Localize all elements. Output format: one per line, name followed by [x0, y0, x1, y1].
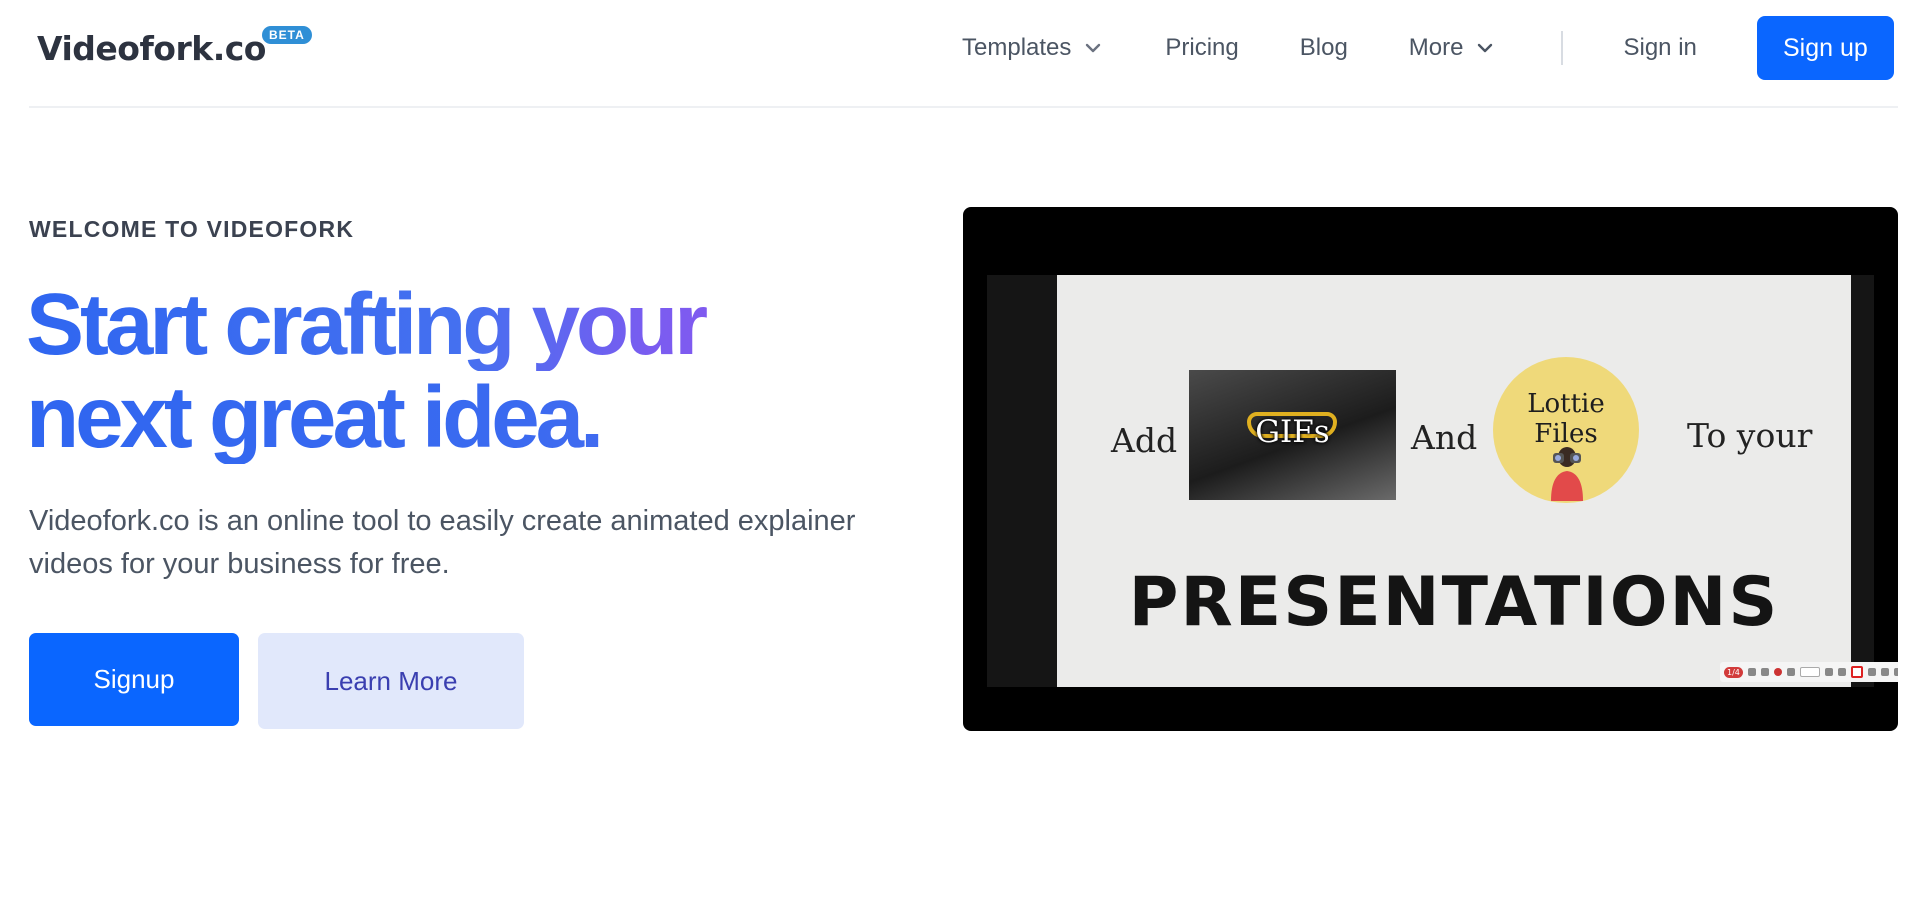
slide-headline: PRESENTATIONS — [1128, 563, 1780, 642]
nav-more[interactable]: More — [1409, 34, 1494, 62]
nav-templates-label: Templates — [962, 34, 1072, 61]
beta-badge: BETA — [261, 26, 312, 44]
slide-counter: 1/4 — [1724, 666, 1743, 678]
slide-word-and: And — [1411, 418, 1478, 457]
nav-templates[interactable]: Templates — [962, 34, 1101, 62]
prev-icon[interactable] — [1747, 668, 1756, 676]
nav-blog[interactable]: Blog — [1300, 34, 1348, 62]
slide-word-to-your: To your — [1687, 416, 1813, 455]
gif-image: GIFs — [1189, 370, 1396, 500]
nav-pricing[interactable]: Pricing — [1165, 34, 1238, 62]
main-nav: Templates Pricing Blog More Sign in Sign… — [933, 0, 1894, 96]
headline-line-2: next great idea. — [26, 371, 826, 464]
learn-more-button[interactable]: Learn More — [258, 633, 524, 729]
fullscreen-icon[interactable] — [1880, 668, 1889, 676]
stop-icon[interactable] — [1850, 666, 1863, 678]
undo-icon[interactable] — [1837, 668, 1846, 676]
chevron-down-icon — [1477, 43, 1493, 53]
player-controls: 1/4 — [1720, 662, 1898, 682]
nav-pricing-label: Pricing — [1165, 34, 1239, 61]
site-header: Videofork.co BETA Templates Pricing Blog… — [29, 0, 1898, 108]
settings-icon[interactable] — [1867, 668, 1876, 676]
chevron-down-icon — [1085, 43, 1101, 53]
headline-line-1: Start crafting your — [26, 278, 826, 371]
lottie-badge: Lottie Files — [1493, 357, 1639, 503]
sign-in-label: Sign in — [1623, 34, 1697, 61]
logo-text: Videofork.co — [37, 29, 266, 68]
pointer-icon[interactable] — [1786, 668, 1795, 676]
presentation-slide: Add GIFs And Lottie Files To your PRESEN — [1057, 275, 1898, 687]
hero-headline: Start crafting your next great idea. — [26, 278, 826, 464]
logo[interactable]: Videofork.co BETA — [37, 26, 312, 72]
hero-eyebrow: WELCOME TO VIDEOFORK — [29, 216, 355, 242]
signup-button[interactable]: Signup — [29, 633, 239, 726]
video-frame: Add GIFs And Lottie Files To your PRESEN — [987, 275, 1898, 687]
gif-label: GIFs — [1255, 414, 1330, 450]
sign-up-button[interactable]: Sign up — [1756, 16, 1894, 80]
hero-description: Videofork.co is an online tool to easily… — [29, 505, 856, 580]
next-icon[interactable] — [1760, 668, 1769, 676]
eraser-icon[interactable] — [1824, 668, 1833, 676]
nav-blog-label: Blog — [1299, 34, 1348, 61]
binoculars-figure-icon — [1551, 447, 1583, 501]
sign-in-link[interactable]: Sign in — [1623, 34, 1696, 62]
demo-video[interactable]: Add GIFs And Lottie Files To your PRESEN — [963, 207, 1898, 731]
slide-word-add: Add — [1111, 421, 1178, 460]
nav-more-label: More — [1408, 34, 1464, 61]
help-icon[interactable] — [1893, 668, 1898, 676]
nav-divider — [1561, 31, 1564, 65]
speed-select[interactable] — [1799, 667, 1820, 677]
record-icon[interactable] — [1773, 668, 1782, 676]
